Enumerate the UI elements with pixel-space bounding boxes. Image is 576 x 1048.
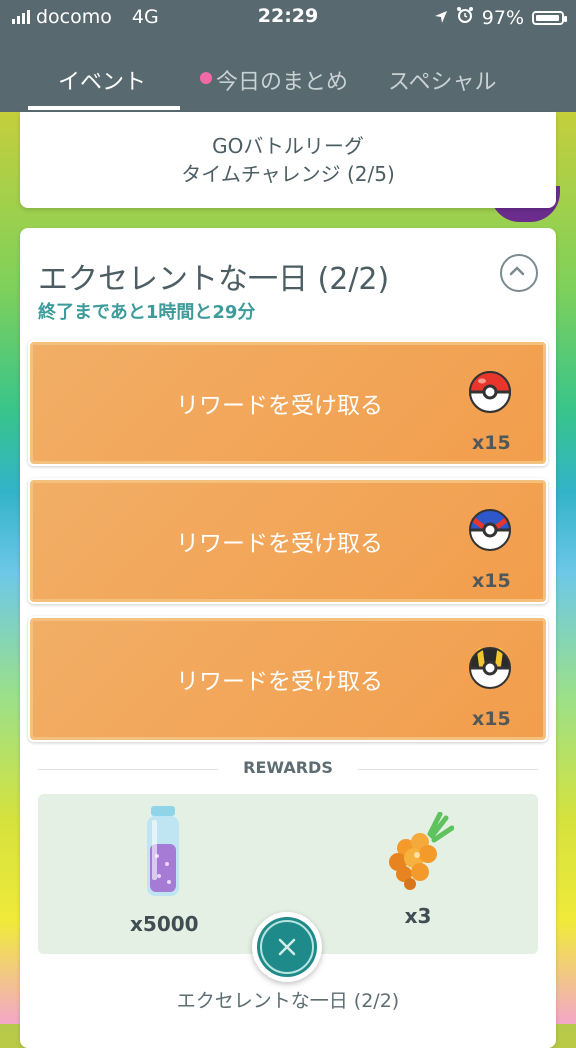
battery-percent: 97% — [481, 6, 524, 29]
notification-dot — [200, 72, 212, 84]
tab-special[interactable]: スペシャル — [388, 64, 496, 112]
research-title-line1: GOバトルリーグ — [212, 134, 364, 158]
reward-quantity: x15 — [472, 708, 511, 730]
close-button[interactable] — [252, 912, 322, 982]
tab-today-summary[interactable]: 今日のまとめ — [200, 64, 348, 112]
reward-stardust: x5000 — [130, 804, 199, 936]
claim-reward-label: リワードを受け取る — [176, 669, 383, 695]
tab-event[interactable]: イベント — [58, 64, 146, 112]
tab-bar: イベント 今日のまとめ スペシャル — [0, 34, 576, 112]
bottom-research-label: エクセレントな一日 (2/2) — [176, 990, 400, 1012]
alarm-icon — [456, 6, 474, 29]
stardust-quantity: x5000 — [130, 912, 199, 936]
battle-league-research-card[interactable]: GOバトルリーグ タイムチャレンジ (2/5) — [20, 112, 556, 208]
claim-reward-button-1[interactable]: リワードを受け取る x15 — [28, 340, 548, 466]
reward-golden-razz-berry: x3 — [378, 811, 458, 928]
claim-reward-button-2[interactable]: リワードを受け取る x15 — [28, 478, 548, 604]
reward-quantity: x15 — [472, 570, 511, 592]
great-ball-icon — [469, 509, 511, 551]
claim-reward-label: リワードを受け取る — [176, 531, 383, 557]
ultra-ball-icon — [469, 647, 511, 689]
claim-reward-label: リワードを受け取る — [176, 393, 383, 419]
rewards-header: REWARDS — [38, 758, 538, 782]
claim-reward-button-3[interactable]: リワードを受け取る x15 — [28, 616, 548, 742]
berry-quantity: x3 — [404, 904, 432, 928]
poke-ball-icon — [469, 371, 511, 413]
time-remaining: 終了まであと1時間と29分 — [38, 302, 256, 323]
stardust-icon — [147, 806, 179, 896]
chevron-up-icon — [509, 266, 525, 276]
status-right: 97% — [434, 6, 567, 29]
research-title-line2: タイムチャレンジ (2/5) — [181, 162, 395, 186]
active-tab-indicator — [28, 106, 180, 110]
close-icon — [278, 938, 296, 956]
battery-icon — [532, 10, 567, 25]
collapse-button[interactable] — [500, 254, 538, 292]
reward-quantity: x15 — [472, 432, 511, 454]
status-bar: docomo 4G 22:29 97% — [0, 0, 576, 34]
research-title: エクセレントな一日 (2/2) — [38, 262, 390, 297]
golden-razz-berry-icon — [389, 811, 455, 890]
location-icon — [434, 7, 448, 29]
tab-today-summary-label: 今日のまとめ — [216, 70, 349, 95]
